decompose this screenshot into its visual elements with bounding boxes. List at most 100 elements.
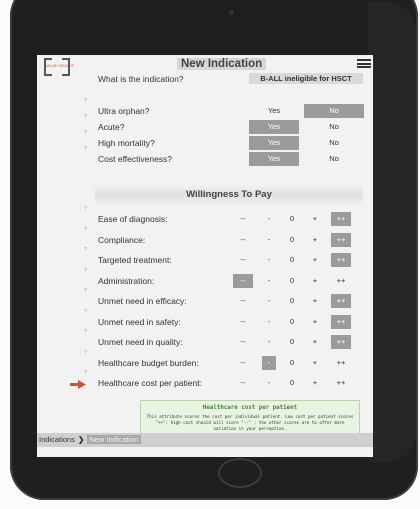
score-option[interactable]: -- [233, 253, 253, 267]
score-option[interactable]: -- [233, 212, 253, 226]
wtp-row: ? Healthcare budget burden: -- -0 + ++ [84, 350, 363, 371]
score-option[interactable]: 0 [285, 356, 299, 370]
score-option[interactable]: ++ [331, 274, 351, 288]
score-option[interactable]: - [262, 233, 276, 247]
score-option[interactable]: ++ [331, 376, 351, 390]
help-icon[interactable]: ? [84, 227, 87, 233]
no-option[interactable]: No [304, 120, 364, 134]
help-icon[interactable]: ? [84, 114, 87, 120]
breadcrumb: Indications ❯ New Indication [37, 433, 373, 447]
score-option[interactable]: 0 [285, 212, 299, 226]
wtp-row-label: Unmet need in quality: [98, 337, 183, 347]
score-option[interactable]: + [308, 212, 322, 226]
tablet-edge [368, 2, 416, 462]
help-icon[interactable]: ? [84, 146, 87, 152]
score-option[interactable]: - [262, 212, 276, 226]
score-option[interactable]: ++ [331, 232, 351, 247]
score-option[interactable]: ++ [331, 335, 351, 349]
wtp-row-label: Targeted treatment: [98, 255, 172, 265]
score-option[interactable]: 0 [285, 233, 299, 247]
wtp-row: ? Ease of diagnosis: -- -0 + ++ [84, 206, 363, 227]
help-icon[interactable]: ? [84, 370, 87, 376]
score-option[interactable]: -- [233, 315, 253, 329]
score-option[interactable]: 0 [285, 315, 299, 329]
help-icon[interactable]: ? [84, 206, 87, 212]
help-icon[interactable]: ? [84, 130, 87, 136]
score-option[interactable]: - [262, 274, 276, 288]
help-icon[interactable]: ? [84, 268, 87, 274]
question-label: Acute? [98, 122, 125, 132]
score-option[interactable]: ++ [331, 314, 351, 329]
wtp-row-label: Healthcare budget burden: [98, 357, 199, 368]
wtp-row: ? Compliance: -- -0 + ++ [84, 227, 363, 248]
score-option[interactable]: ++ [331, 212, 351, 226]
score-option[interactable]: + [308, 356, 322, 370]
score-option[interactable]: + [308, 233, 322, 247]
score-option[interactable]: 0 [285, 294, 299, 308]
tooltip-body: This attribute scores the cost per indiv… [146, 414, 354, 431]
score-option[interactable]: 0 [285, 274, 299, 288]
score-option[interactable]: -- [233, 376, 253, 390]
score-option[interactable]: - [262, 376, 276, 390]
binary-question-row: ? Ultra orphan? Yes No [84, 98, 364, 119]
wtp-row: ? Targeted treatment: -- -0 + ++ [84, 247, 363, 268]
score-option[interactable]: -- [233, 294, 253, 308]
score-option[interactable]: 0 [285, 376, 299, 390]
score-option[interactable]: + [308, 376, 322, 390]
score-option[interactable]: ++ [331, 294, 351, 308]
score-option[interactable]: 0 [285, 335, 299, 349]
help-icon[interactable]: ? [84, 350, 87, 356]
score-option[interactable]: ++ [331, 356, 351, 370]
tooltip-title: Healthcare cost per patient [202, 405, 298, 411]
score-option[interactable]: + [308, 335, 322, 349]
wtp-section-title: Willingness To Pay [95, 185, 363, 205]
score-option[interactable]: + [308, 274, 322, 288]
score-option[interactable]: + [308, 294, 322, 308]
camera [228, 9, 235, 16]
yes-option[interactable]: Yes [249, 104, 299, 118]
help-icon[interactable]: ? [84, 329, 87, 335]
score-option[interactable]: -- [233, 273, 253, 288]
yes-option[interactable]: Yes [249, 152, 299, 166]
help-icon[interactable]: ? [84, 288, 87, 294]
help-icon[interactable]: ? [84, 247, 87, 253]
score-option[interactable]: 0 [285, 253, 299, 267]
score-option[interactable]: + [308, 315, 322, 329]
score-option[interactable]: -- [233, 233, 253, 247]
question-label: High mortality? [98, 138, 155, 148]
binary-question-row: ? Cost effectiveness? Yes No [84, 146, 364, 167]
breadcrumb-indications-link[interactable]: Indications [37, 435, 75, 444]
wtp-row: ? Healthcare cost per patient: -- -0 + ++ [84, 370, 363, 391]
page-title: New Indication [177, 58, 267, 70]
score-option[interactable]: - [262, 253, 276, 267]
score-option[interactable]: ++ [331, 253, 351, 267]
help-icon[interactable]: ? [84, 309, 87, 315]
yes-option[interactable]: Yes [249, 136, 299, 150]
breadcrumb-separator-icon: ❯ [77, 435, 85, 444]
no-option[interactable]: No [304, 104, 364, 118]
app-screen: VALUE INSIGHT New Indication What is the… [37, 55, 373, 457]
question-label: Cost effectiveness? [98, 154, 173, 164]
home-button[interactable] [218, 458, 262, 488]
score-option[interactable]: - [262, 355, 276, 370]
binary-question-row: ? High mortality? Yes No [84, 130, 364, 151]
score-option[interactable]: -- [233, 356, 253, 370]
help-icon[interactable]: ? [84, 98, 87, 104]
wtp-row-label: Administration: [98, 275, 155, 286]
score-option[interactable]: - [262, 315, 276, 329]
score-option[interactable]: - [262, 294, 276, 308]
yes-option[interactable]: Yes [249, 120, 299, 134]
indication-value-field[interactable]: B-ALL ineligible for HSCT [249, 73, 363, 84]
no-option[interactable]: No [304, 152, 364, 166]
no-option[interactable]: No [304, 136, 364, 150]
wtp-row: ? Unmet need in safety: -- -0 + ++ [84, 309, 363, 330]
binary-question-row: ? Acute? Yes No [84, 114, 364, 135]
score-option[interactable]: -- [233, 335, 253, 349]
score-option[interactable]: - [262, 335, 276, 349]
wtp-row: ? Unmet need in efficacy: -- -0 + ++ [84, 288, 363, 309]
score-option[interactable]: + [308, 253, 322, 267]
hamburger-menu-icon[interactable] [357, 59, 371, 68]
wtp-row-label: Healthcare cost per patient: [98, 378, 202, 388]
logo-text: VALUE INSIGHT [45, 64, 74, 68]
arrow-right-icon [70, 380, 86, 389]
